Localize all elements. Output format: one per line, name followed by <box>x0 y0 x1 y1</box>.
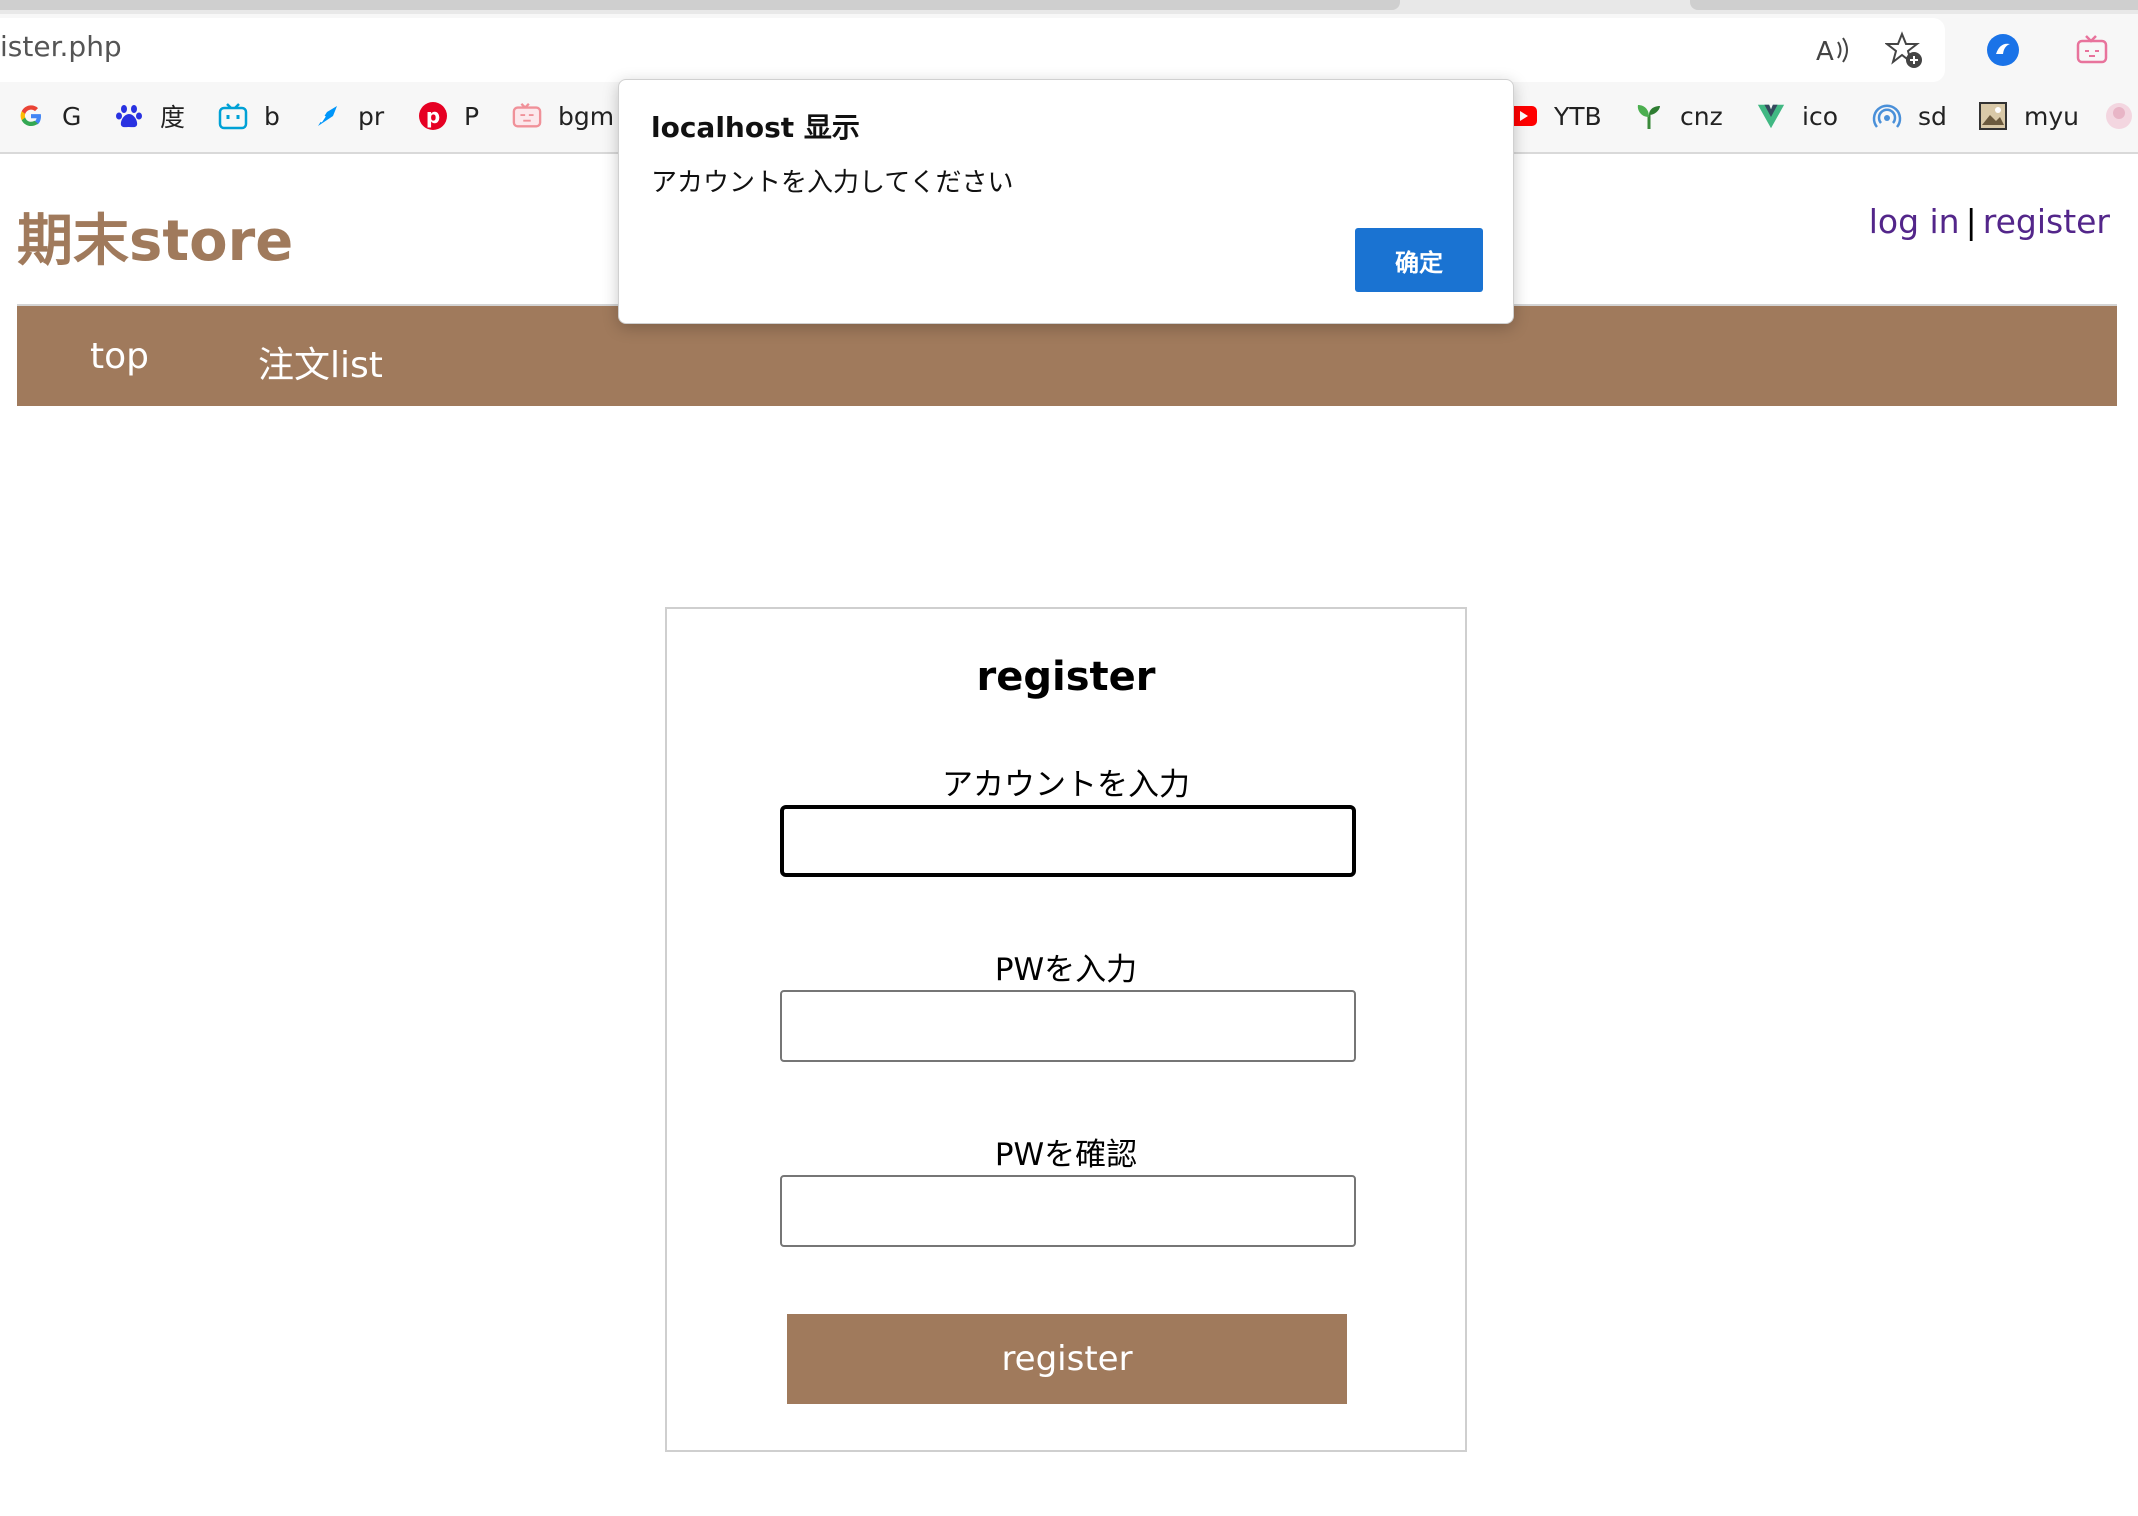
bookmark-label: sd <box>1918 101 1947 131</box>
bookmark-item[interactable]: ico <box>1756 96 1838 136</box>
nav-item-top[interactable]: top <box>90 336 149 377</box>
bookmark-item[interactable]: 度 <box>114 96 185 136</box>
address-url[interactable]: ister.php <box>0 30 122 63</box>
alert-dialog: localhost 显示 アカウントを入力してください 确定 <box>618 79 1514 324</box>
google-icon <box>16 101 46 131</box>
baidu-paw-icon <box>114 101 144 131</box>
sprout-icon <box>1634 101 1664 131</box>
bookmark-label: cnz <box>1680 101 1723 131</box>
password-label: PWを入力 <box>994 952 1138 988</box>
extension-tv-icon[interactable] <box>2072 30 2112 70</box>
svg-text:A: A <box>1816 37 1834 66</box>
alert-ok-button[interactable]: 确定 <box>1355 228 1483 292</box>
form-title: register <box>976 654 1156 700</box>
auth-links: log in | register <box>1869 202 2110 241</box>
bookmark-item[interactable]: sd <box>1872 96 1947 136</box>
browser-tab[interactable] <box>0 0 1400 10</box>
bookmark-item[interactable]: b <box>218 96 280 136</box>
bookmark-item[interactable]: myu <box>1978 96 2079 136</box>
confirm-password-input[interactable] <box>780 1175 1356 1247</box>
register-submit-button[interactable]: register <box>787 1314 1347 1404</box>
extension-blue-icon[interactable] <box>1983 30 2023 70</box>
bookmark-item[interactable]: G <box>16 96 81 136</box>
account-input[interactable] <box>780 805 1356 877</box>
bookmark-label: P <box>464 101 480 131</box>
bookmark-label: pr <box>358 101 385 131</box>
vuetify-v-icon <box>1756 101 1786 131</box>
account-label: アカウントを入力 <box>942 767 1190 803</box>
address-bar[interactable]: ister.php A <box>0 18 1945 82</box>
bookmark-label: YTB <box>1554 101 1602 131</box>
bookmark-label: 度 <box>160 103 186 132</box>
alert-message: アカウントを入力してください <box>651 168 1014 198</box>
bookmark-label: myu <box>2024 101 2079 131</box>
browser-tab[interactable] <box>1690 0 2138 10</box>
bilibili-tv-icon <box>218 101 248 131</box>
bookmark-label: b <box>264 101 280 131</box>
read-aloud-icon[interactable]: A <box>1812 30 1852 70</box>
pixiv-icon <box>312 101 342 131</box>
register-link[interactable]: register <box>1983 202 2110 241</box>
image-thumb-icon <box>1978 101 2008 131</box>
password-input[interactable] <box>780 990 1356 1062</box>
bookmark-item[interactable]: cnz <box>1634 96 1723 136</box>
add-favorite-icon[interactable] <box>1884 30 1924 70</box>
bookmark-item[interactable] <box>2104 96 2138 136</box>
bookmark-label: bgm <box>558 101 615 131</box>
alert-title: localhost 显示 <box>651 111 860 144</box>
login-link[interactable]: log in <box>1869 202 1960 241</box>
bookmark-label: ico <box>1802 101 1838 131</box>
bookmark-item[interactable]: p P <box>418 96 479 136</box>
bookmark-item[interactable]: bgm <box>512 96 614 136</box>
bookmark-item[interactable]: pr <box>312 96 384 136</box>
bookmark-label: G <box>62 101 82 131</box>
register-form: register アカウントを入力 PWを入力 PWを確認 register <box>665 607 1467 1452</box>
bookmark-item[interactable]: YTB <box>1508 96 1602 136</box>
nav-item-orders[interactable]: 注文list <box>258 336 383 388</box>
confirm-password-label: PWを確認 <box>994 1137 1138 1173</box>
bangumi-tv-icon <box>512 101 542 131</box>
site-logo-title[interactable]: 期末store <box>17 196 293 277</box>
svg-text:p: p <box>426 104 440 128</box>
address-row: ister.php A <box>0 18 2138 82</box>
tab-strip <box>0 0 2138 14</box>
link-separator: | <box>1965 202 1977 241</box>
avatar-thumb-icon <box>2104 101 2134 131</box>
pinterest-icon: p <box>418 101 448 131</box>
signal-icon <box>1872 101 1902 131</box>
